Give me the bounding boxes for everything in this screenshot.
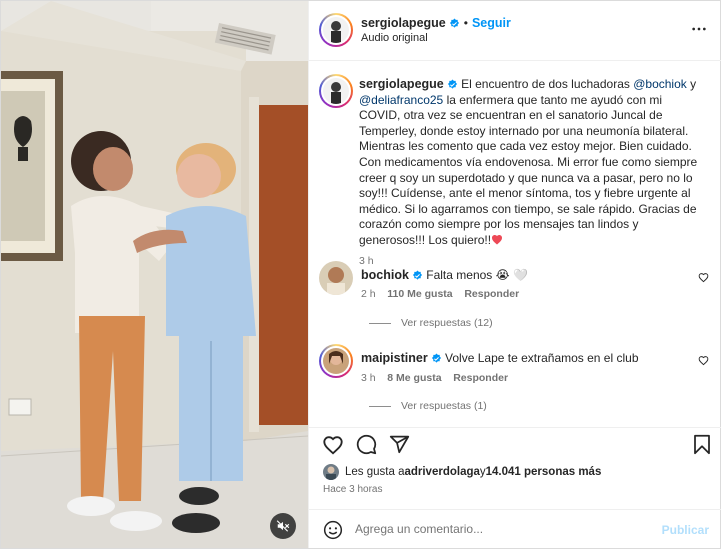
publish-button[interactable]: Publicar (662, 523, 709, 537)
post-details-panel: sergiolapegue • Seguir Audio original serg (308, 1, 721, 548)
instagram-post-modal: sergiolapegue • Seguir Audio original serg (0, 0, 721, 549)
verified-badge-icon (449, 18, 459, 28)
post-video[interactable] (1, 1, 308, 548)
comment-text: Falta menos (426, 268, 496, 282)
comment-time: 3 h (361, 372, 376, 384)
comment-body: maipistiner Volve Lape te extrañamos en … (361, 351, 639, 365)
reply-button[interactable]: Responder (464, 288, 519, 300)
likes-summary: Les gusta a adriverdolaga y 14.041 perso… (323, 464, 601, 480)
comment-text: Volve Lape te extrañamos en el club (445, 351, 639, 365)
comment-likes[interactable]: 8 Me gusta (387, 372, 441, 384)
like-comment-heart-icon[interactable] (698, 355, 709, 366)
comment-time: 2 h (361, 288, 376, 300)
view-replies-button[interactable]: Ver respuestas (12) (369, 317, 493, 329)
comments-section: sergiolapegue El encuentro de dos luchad… (309, 61, 721, 427)
post-caption: sergiolapegue El encuentro de dos luchad… (359, 77, 705, 269)
liker-avatar[interactable] (323, 464, 339, 480)
comment-emojis: 😭 🤍 (495, 268, 528, 282)
speaker-muted-icon (276, 520, 290, 532)
comment-meta: 3 h 8 Me gusta Responder (361, 372, 508, 384)
bochiok-avatar-image (319, 261, 353, 295)
comment-meta: 2 h 110 Me gusta Responder (361, 288, 519, 300)
comment-username[interactable]: bochiok (361, 268, 409, 282)
more-options-icon[interactable] (691, 21, 707, 37)
author-avatar-image (323, 17, 349, 43)
maipistiner-avatar-image (323, 348, 349, 374)
replies-divider (369, 322, 391, 324)
like-heart-icon[interactable] (322, 434, 344, 456)
comment-likes[interactable]: 110 Me gusta (387, 288, 452, 300)
verified-badge-icon (447, 79, 457, 89)
separator-dot: • (463, 16, 468, 30)
emoji-smiley-icon[interactable] (323, 520, 343, 540)
caption-seg-2: y (686, 77, 697, 91)
view-replies-label: Ver respuestas (1) (401, 400, 487, 412)
audio-label[interactable]: Audio original (361, 32, 428, 44)
view-replies-button[interactable]: Ver respuestas (1) (369, 400, 487, 412)
comment-username[interactable]: maipistiner (361, 351, 428, 365)
follow-button[interactable]: Seguir (472, 16, 511, 30)
liker-avatar-image (323, 464, 339, 480)
header-user-line: sergiolapegue • Seguir (361, 14, 511, 32)
view-replies-label: Ver respuestas (12) (401, 317, 493, 329)
caption-username[interactable]: sergiolapegue (359, 77, 444, 91)
comment-body: bochiok Falta menos 😭 🤍 (361, 268, 528, 282)
caption-seg-4: la enfermera que tanto me ayudó con mi C… (359, 92, 698, 247)
share-send-icon[interactable] (389, 434, 410, 455)
verified-badge-icon (412, 270, 423, 280)
red-heart-emoji (491, 233, 503, 247)
caption-time: 3 h (359, 254, 374, 267)
likes-prefix: Les gusta a (345, 466, 405, 478)
mention-bochiok[interactable]: @bochiok (633, 77, 687, 91)
author-username[interactable]: sergiolapegue (361, 16, 446, 30)
comment-avatar[interactable] (319, 344, 353, 378)
post-header: sergiolapegue • Seguir Audio original (309, 1, 721, 61)
verified-badge-icon (431, 353, 441, 363)
post-timestamp[interactable]: Hace 3 horas (323, 484, 382, 495)
liker-username[interactable]: adriverdolaga (404, 466, 479, 478)
replies-divider (369, 405, 391, 407)
author-avatar[interactable] (319, 13, 353, 47)
mention-deliafranco25[interactable]: @deliafranco25 (359, 93, 443, 107)
post-actions-bar (309, 427, 721, 469)
add-comment-bar: Publicar (309, 509, 721, 548)
caption-author-avatar[interactable] (319, 74, 353, 108)
comment-avatar[interactable] (319, 261, 353, 295)
caption-seg-0: El encuentro de dos luchadoras (461, 77, 634, 91)
video-frame (1, 1, 308, 548)
likes-count[interactable]: 14.041 personas más (486, 466, 602, 478)
caption-avatar-image (323, 78, 349, 104)
mute-toggle-button[interactable] (270, 513, 296, 539)
save-bookmark-icon[interactable] (693, 434, 711, 455)
comment-bubble-icon[interactable] (356, 434, 377, 455)
reply-button[interactable]: Responder (453, 372, 508, 384)
comment-input[interactable] (355, 522, 655, 536)
like-comment-heart-icon[interactable] (698, 272, 709, 283)
